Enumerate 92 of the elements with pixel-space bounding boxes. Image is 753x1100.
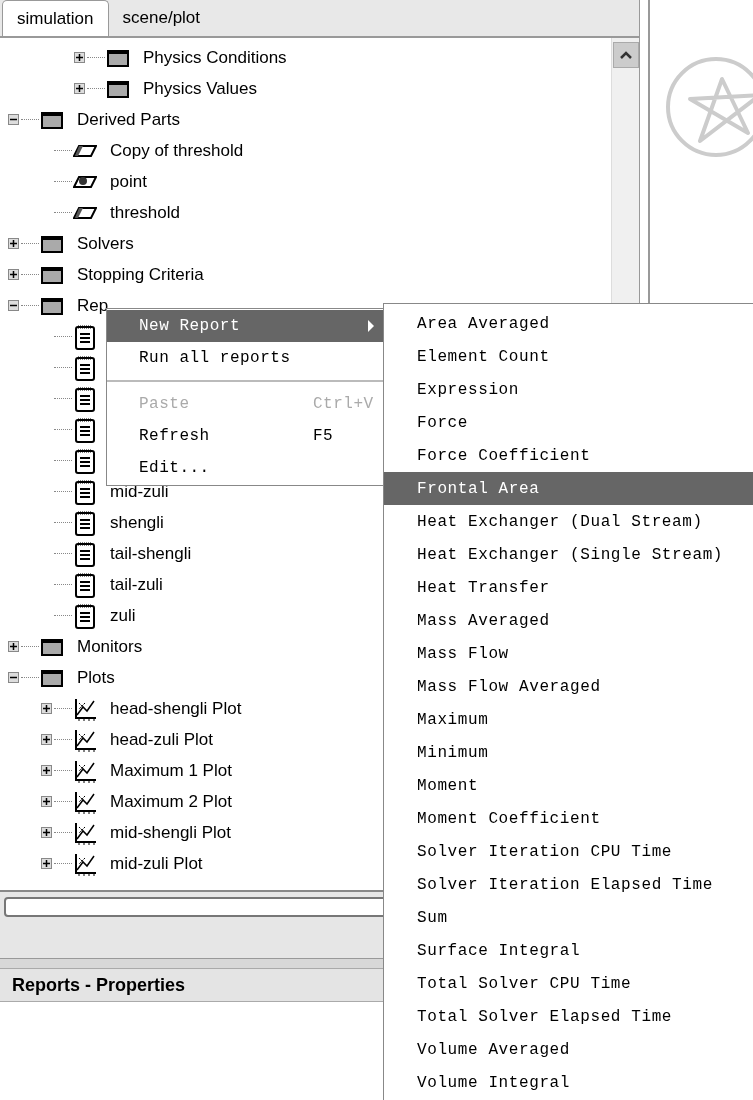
plane-icon [73,205,97,220]
tree-item-label[interactable]: Maximum 1 Plot [110,757,232,784]
collapse-icon[interactable] [8,300,19,311]
expand-icon[interactable] [41,858,52,869]
line-chart-icon [73,789,97,814]
notepad-icon [73,354,97,381]
menu-item[interactable]: Heat Exchanger (Dual Stream) [384,505,753,538]
tree-item-label[interactable]: Physics Values [143,75,257,102]
line-chart-icon [73,696,97,721]
tab[interactable]: scene/plot [108,0,215,36]
folder-icon [40,668,64,687]
expand-icon[interactable] [41,703,52,714]
tree-item-label[interactable]: head-shengli Plot [110,695,242,722]
menu-item[interactable]: Heat Transfer [384,571,753,604]
menu-item[interactable]: Solver Iteration Elapsed Time [384,868,753,901]
menu-item[interactable]: Mass Averaged [384,604,753,637]
notepad-icon [73,416,97,443]
expand-icon[interactable] [74,52,85,63]
notepad-icon [73,478,97,505]
chevron-up-icon [618,50,633,60]
tree-item-label[interactable]: Plots [77,664,115,691]
expand-icon[interactable] [8,238,19,249]
tree-item-label[interactable]: Rep [77,292,109,319]
menu-item[interactable]: Volume Averaged [384,1033,753,1066]
tree-item-label[interactable]: Physics Conditions [143,44,287,71]
expand-icon[interactable] [8,641,19,652]
expand-icon[interactable] [8,269,19,280]
menu-item[interactable]: Expression [384,373,753,406]
expand-icon[interactable] [41,734,52,745]
menu-item[interactable]: New Report [107,310,383,342]
scroll-up-button[interactable] [612,42,639,68]
menu-item[interactable]: Volume Integral [384,1066,753,1099]
panel-title: Reports - Properties [12,973,186,997]
tree-item-label[interactable]: point [110,168,147,195]
expand-icon[interactable] [74,83,85,94]
folder-icon [106,48,130,67]
menu-item[interactable]: Area Averaged [384,307,753,340]
tree-item-label[interactable]: tail-shengli [110,540,192,567]
expand-icon[interactable] [41,827,52,838]
menu-item[interactable]: Solver Iteration CPU Time [384,835,753,868]
notepad-icon [73,602,97,629]
menu-item[interactable]: Frontal Area [384,472,753,505]
menu-item[interactable]: Sum [384,901,753,934]
menu-item[interactable]: Force Coefficient [384,439,753,472]
collapse-icon[interactable] [8,672,19,683]
notepad-icon [73,323,97,350]
tree-item-label[interactable]: Copy of threshold [110,137,244,164]
line-chart-icon [73,727,97,752]
menu-item[interactable]: Mass Flow Averaged [384,670,753,703]
collapse-icon[interactable] [8,114,19,125]
expand-icon[interactable] [41,796,52,807]
menu-item[interactable]: Total Solver CPU Time [384,967,753,1000]
folder-icon [40,110,64,129]
notepad-icon [73,571,97,598]
tree-item-label[interactable]: shengli [110,509,164,536]
notepad-icon [73,509,97,536]
tree-item-label[interactable]: mid-shengli Plot [110,819,231,846]
plane-icon [73,143,97,158]
folder-icon [40,234,64,253]
tree-item-label[interactable]: Derived Parts [77,106,180,133]
menu-item[interactable]: Maximum [384,703,753,736]
folder-icon [106,79,130,98]
folder-icon [40,296,64,315]
tree-item-label[interactable]: zuli [110,602,136,629]
menu-item[interactable]: Mass Flow [384,637,753,670]
menu-item[interactable]: Surface Integral [384,934,753,967]
tree-item-label[interactable]: Stopping Criteria [77,261,204,288]
menu-item[interactable]: Element Count [384,340,753,373]
line-chart-icon [73,820,97,845]
menu-item[interactable]: Moment Coefficient [384,802,753,835]
menu-item[interactable]: Heat Exchanger (Single Stream) [384,538,753,571]
tree-item-label[interactable]: Monitors [77,633,143,660]
submenu-arrow-icon [367,320,375,332]
menu-item[interactable]: Minimum [384,736,753,769]
menu-item[interactable]: Total Solver Elapsed Time [384,1000,753,1033]
tree-item-label[interactable]: mid-zuli Plot [110,850,203,877]
expand-icon[interactable] [41,765,52,776]
notepad-icon [73,385,97,412]
menu-item[interactable]: Moment [384,769,753,802]
notepad-icon [73,540,97,567]
line-chart-icon [73,851,97,876]
folder-icon [40,265,64,284]
folder-icon [40,637,64,656]
notepad-icon [73,447,97,474]
tree-item-label[interactable]: tail-zuli [110,571,163,598]
tree-item-label[interactable]: threshold [110,199,180,226]
tree-item-label[interactable]: Solvers [77,230,134,257]
tree-item-label[interactable]: Maximum 2 Plot [110,788,232,815]
menu-item[interactable]: Force [384,406,753,439]
tab[interactable]: simulation [2,0,109,36]
line-chart-icon [73,758,97,783]
tree-item-label[interactable]: head-zuli Plot [110,726,213,753]
